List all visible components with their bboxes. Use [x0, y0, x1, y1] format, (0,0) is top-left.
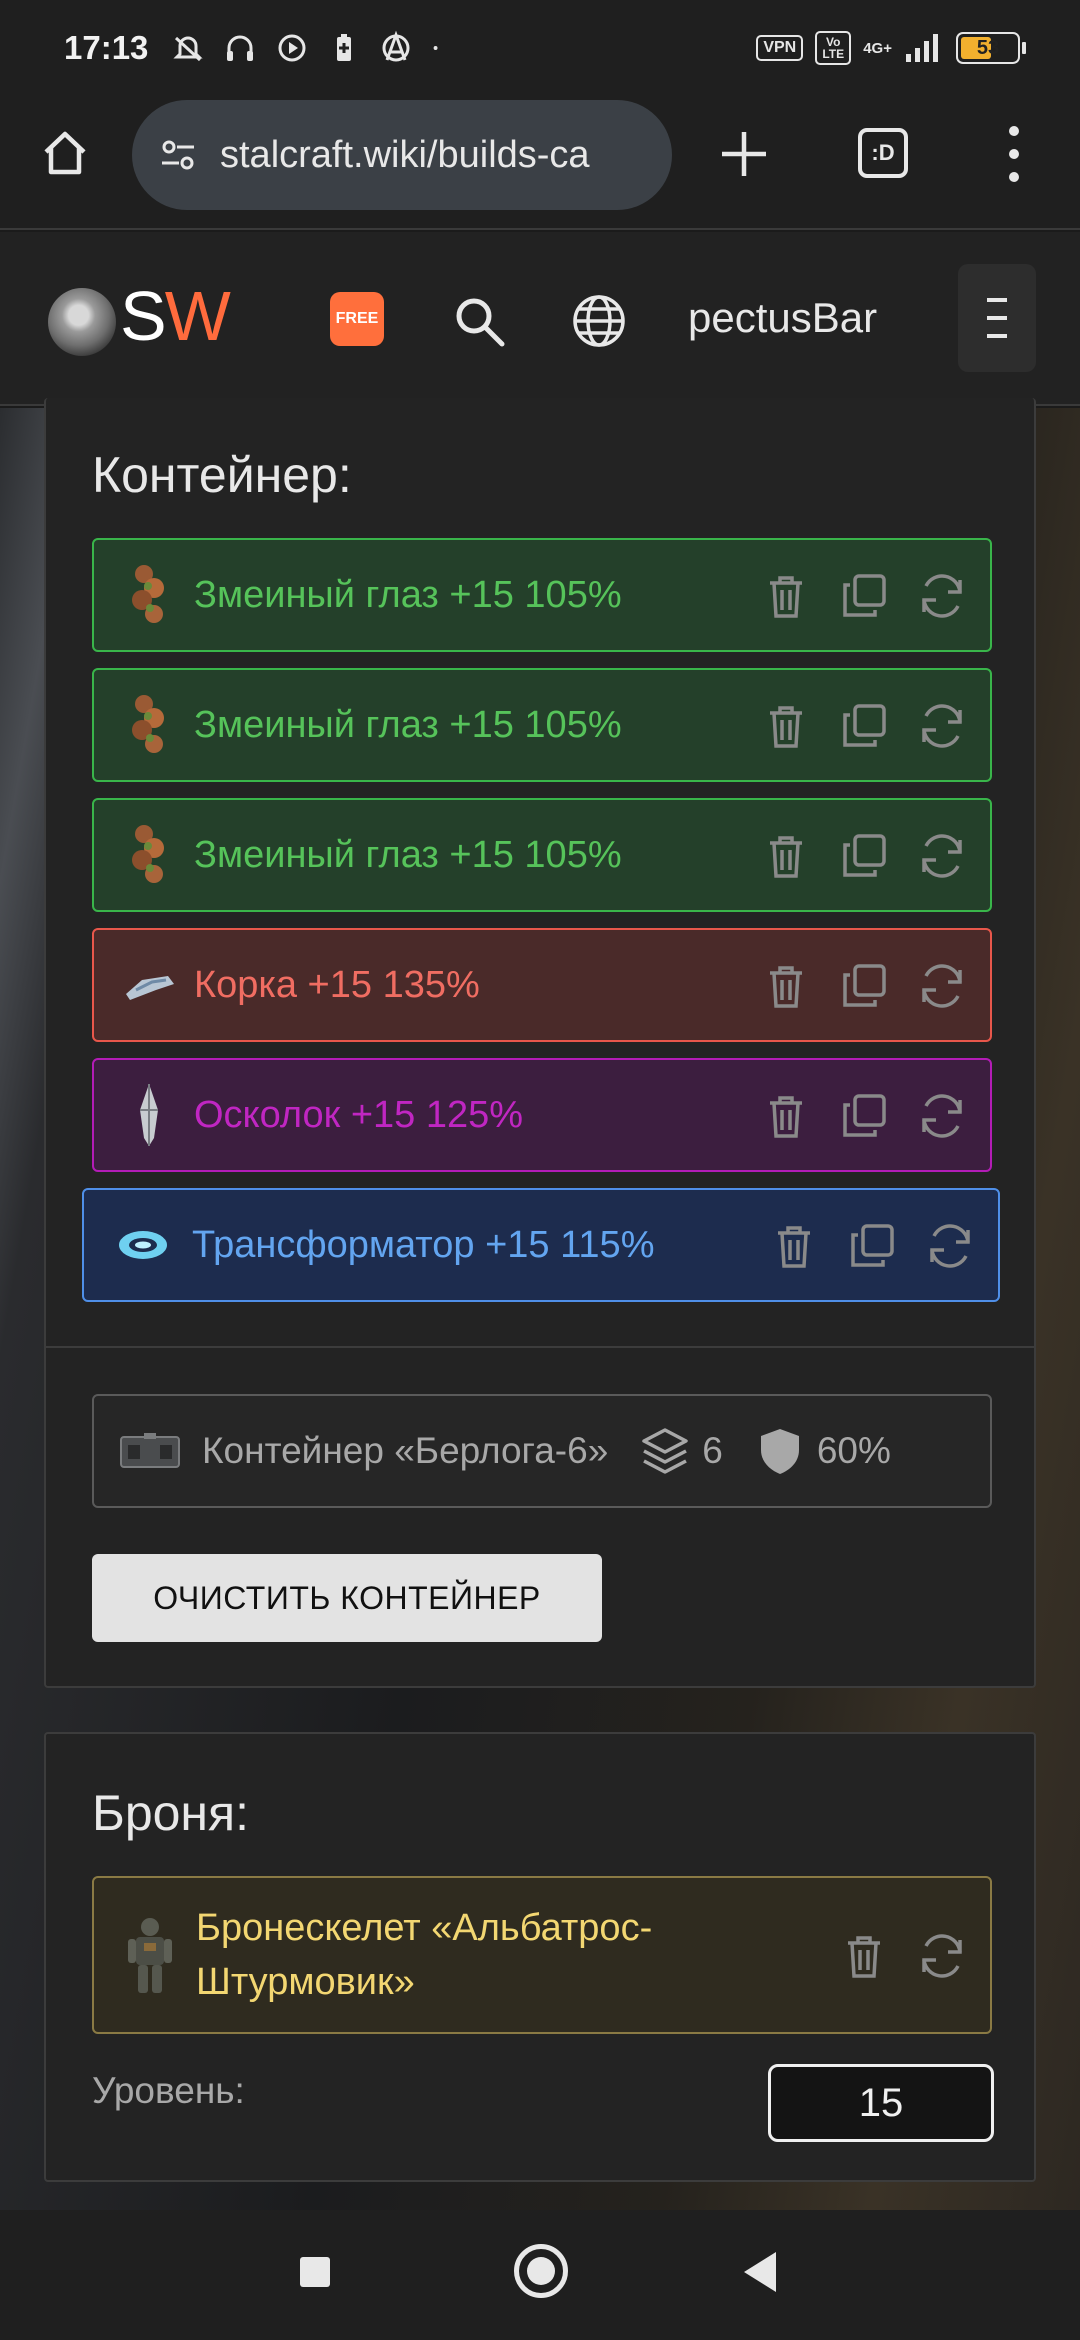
new-tab-icon[interactable] — [718, 128, 770, 180]
username-link[interactable]: pectusBar — [688, 294, 877, 342]
network-type: 4G+ — [863, 39, 892, 57]
armor-slot[interactable]: Бронескелет «Альбатрос-Штурмовик» — [92, 1876, 992, 2034]
artifact-name: Змеиный глаз +15 105% — [194, 833, 622, 876]
system-navigation-bar — [0, 2210, 1080, 2340]
replace-icon[interactable] — [916, 960, 968, 1012]
duplicate-icon[interactable] — [838, 1090, 890, 1142]
notification-icons — [170, 30, 450, 66]
delete-icon[interactable] — [760, 570, 812, 622]
delete-icon[interactable] — [760, 960, 812, 1012]
delete-icon[interactable] — [760, 830, 812, 882]
duplicate-icon[interactable] — [838, 570, 890, 622]
back-button[interactable] — [744, 2252, 776, 2292]
language-globe-icon[interactable] — [570, 292, 628, 350]
dot-icon — [434, 46, 438, 50]
media-play-icon — [278, 34, 306, 62]
replace-icon[interactable] — [924, 1220, 976, 1272]
container-name: Контейнер «Берлога-6» — [202, 1430, 609, 1471]
layers-icon — [642, 1428, 689, 1474]
battery-icon: 53 — [956, 32, 1026, 64]
container-panel: Контейнер: Змеиный глаз +15 105% Змеиный… — [44, 398, 1036, 1688]
status-bar: 17:13 VPN Vo LTE 4G+ 53 — [0, 0, 1080, 96]
site-header: SW FREE pectusBar — [0, 232, 1080, 406]
snake-eye-artifact-icon — [132, 825, 164, 883]
browser-menu-icon[interactable] — [998, 126, 1030, 182]
site-logo[interactable]: SW — [120, 276, 231, 356]
tab-switcher-button[interactable]: :D — [858, 128, 908, 178]
anarchy-icon — [382, 30, 410, 62]
artifact-slot[interactable]: Корка +15 135% — [92, 928, 992, 1042]
armor-name: Бронескелет «Альбатрос-Штурмовик» — [196, 1907, 653, 2003]
site-settings-icon[interactable] — [160, 137, 196, 173]
battery-saver-icon — [337, 34, 352, 61]
container-slots: 6 — [638, 1424, 723, 1478]
artifact-slot[interactable]: Осколок +15 125% — [92, 1058, 992, 1172]
crust-artifact-icon — [126, 976, 174, 1000]
recent-apps-button[interactable] — [300, 2257, 330, 2287]
battery-level: 53 — [976, 36, 1000, 59]
armor-panel: Броня: Бронескелет «Альбатрос-Штурмовик»… — [44, 1732, 1036, 2182]
shield-icon — [760, 1429, 799, 1474]
delete-icon[interactable] — [760, 1090, 812, 1142]
shard-artifact-icon — [140, 1084, 158, 1146]
delete-icon[interactable] — [838, 1930, 890, 1982]
home-icon[interactable] — [38, 126, 92, 180]
container-title: Контейнер: — [92, 447, 352, 503]
container-protection: 60% — [753, 1424, 891, 1478]
snake-eye-artifact-icon — [132, 695, 164, 753]
url-text: stalcraft.wiki/builds-ca — [220, 133, 590, 176]
artifact-name: Осколок +15 125% — [194, 1093, 524, 1136]
search-icon[interactable] — [450, 292, 508, 350]
armor-title: Броня: — [92, 1785, 250, 1841]
delete-icon[interactable] — [760, 700, 812, 752]
signal-icon — [906, 34, 938, 62]
snake-eye-artifact-icon — [132, 565, 164, 623]
container-slots-value: 6 — [702, 1430, 723, 1471]
exoskeleton-armor-icon — [128, 1918, 172, 1993]
artifact-name: Змеиный глаз +15 105% — [194, 573, 622, 616]
address-bar[interactable]: stalcraft.wiki/builds-ca — [132, 100, 672, 210]
replace-icon[interactable] — [916, 1930, 968, 1982]
free-badge[interactable]: FREE — [330, 292, 384, 346]
silent-icon — [173, 36, 204, 62]
divider — [46, 1346, 1034, 1348]
duplicate-icon[interactable] — [838, 960, 890, 1012]
delete-icon[interactable] — [768, 1220, 820, 1272]
artifact-slot[interactable]: Змеиный глаз +15 105% — [92, 668, 992, 782]
headset-icon — [227, 35, 254, 61]
artifact-name: Корка +15 135% — [194, 963, 480, 1006]
artifact-slot[interactable]: Змеиный глаз +15 105% — [92, 798, 992, 912]
logo-emblem-icon[interactable] — [48, 288, 116, 356]
level-input[interactable] — [768, 2064, 994, 2142]
duplicate-icon[interactable] — [838, 830, 890, 882]
artifact-name: Трансформатор +15 115% — [192, 1223, 655, 1266]
replace-icon[interactable] — [916, 570, 968, 622]
duplicate-icon[interactable] — [838, 700, 890, 752]
container-case-icon — [120, 1433, 180, 1468]
duplicate-icon[interactable] — [846, 1220, 898, 1272]
clock: 17:13 — [64, 29, 149, 66]
container-selector[interactable]: Контейнер «Берлога-6» 6 60% — [92, 1394, 992, 1508]
clear-container-button[interactable]: ОЧИСТИТЬ КОНТЕЙНЕР — [92, 1554, 602, 1642]
container-protection-value: 60% — [816, 1430, 891, 1471]
browser-toolbar: stalcraft.wiki/builds-ca :D — [0, 96, 1080, 230]
volte-indicator: Vo LTE — [815, 31, 852, 65]
replace-icon[interactable] — [916, 1090, 968, 1142]
artifact-slot-highlighted[interactable]: Трансформатор +15 115% — [82, 1188, 1000, 1302]
replace-icon[interactable] — [916, 700, 968, 752]
artifact-slot[interactable]: Змеиный глаз +15 105% — [92, 538, 992, 652]
transformer-artifact-icon — [119, 1231, 167, 1259]
replace-icon[interactable] — [916, 830, 968, 882]
vpn-indicator: VPN — [756, 35, 804, 61]
home-button[interactable] — [514, 2244, 568, 2298]
level-label: Уровень: — [92, 2070, 245, 2111]
artifact-name: Змеиный глаз +15 105% — [194, 703, 622, 746]
hamburger-menu-button[interactable] — [958, 264, 1036, 372]
